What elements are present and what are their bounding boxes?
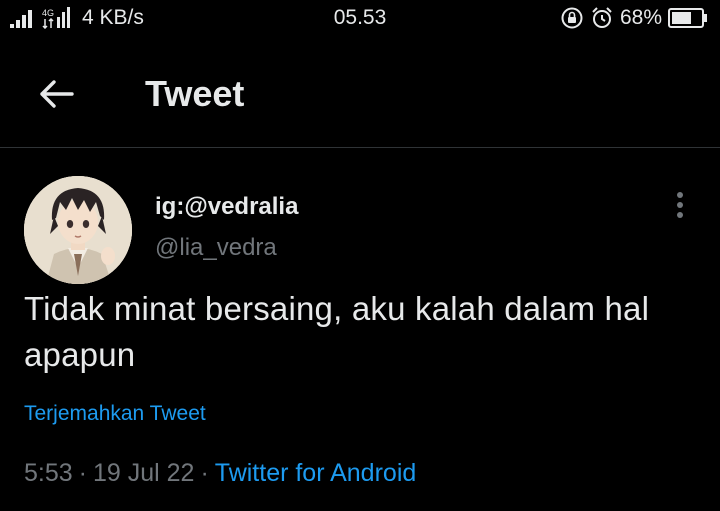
battery-percent: 68% [619,6,662,29]
more-vertical-icon [677,192,683,218]
battery-icon [668,8,707,28]
tweet-meta: 5:53 · 19 Jul 22 · Twitter for Android [24,457,416,489]
page-title: Tweet [145,73,245,114]
display-name[interactable]: ig:@vedralia [155,192,298,222]
alarm-icon [592,7,612,28]
back-button[interactable] [34,72,78,116]
tweet-date: 19 Jul 22 [93,459,195,487]
more-options-button[interactable] [666,188,694,222]
tweet-source-link[interactable]: Twitter for Android [215,459,416,487]
user-handle[interactable]: @lia_vedra [155,233,277,263]
tweet-time: 5:53 [24,459,73,487]
arrow-left-icon [40,80,74,108]
meta-separator: · [78,459,87,487]
rotation-lock-icon [561,7,583,29]
status-bar: 4G 4 KB/s 05.53 68% [0,0,720,36]
avatar[interactable] [24,176,132,284]
meta-separator: · [200,459,209,487]
tweet-text: Tidak minat bersaing, aku kalah dalam ha… [24,290,650,373]
status-bar-right: 68% [560,6,708,30]
anime-avatar-image [24,176,132,284]
translate-tweet-link[interactable]: Terjemahkan Tweet [24,400,206,428]
top-app-bar: Tweet [0,36,720,148]
